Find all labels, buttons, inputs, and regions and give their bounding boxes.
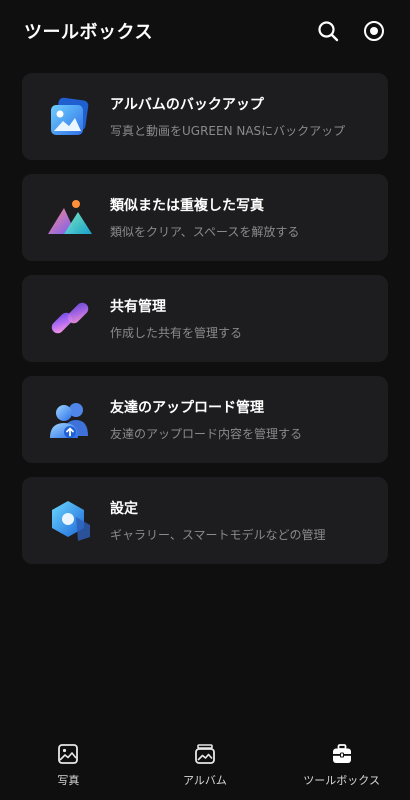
search-icon xyxy=(318,21,339,42)
page-title: ツールボックス xyxy=(24,22,153,43)
card-subtitle: 写真と動画をUGREEN NASにバックアップ xyxy=(110,124,346,138)
nav-label: アルバム xyxy=(183,774,227,787)
friends-upload-icon xyxy=(46,396,94,444)
nav-photos[interactable]: 写真 xyxy=(8,730,128,788)
card-subtitle: 類似をクリア、スペースを解放する xyxy=(110,225,300,239)
toolbox-icon xyxy=(330,742,354,766)
link-icon xyxy=(46,295,94,343)
card-friends-upload[interactable]: 友達のアップロード管理 友達のアップロード内容を管理する xyxy=(22,376,388,463)
toolbox-screen: ツールボックス アルバムのバックアップ 写真と動画をUGREEN NASにバック… xyxy=(0,0,410,800)
card-share-management[interactable]: 共有管理 作成した共有を管理する xyxy=(22,275,388,362)
tool-list: アルバムのバックアップ 写真と動画をUGREEN NASにバックアップ 類似また… xyxy=(22,73,388,578)
card-title: 設定 xyxy=(110,501,138,517)
card-text: 類似または重複した写真 類似をクリア、スペースを解放する xyxy=(110,195,299,240)
photo-icon xyxy=(56,742,80,766)
settings-hexagon-icon xyxy=(46,497,94,545)
card-text: 共有管理 作成した共有を管理する xyxy=(110,296,242,341)
duplicate-photos-icon xyxy=(46,194,94,242)
nav-toolbox[interactable]: ツールボックス xyxy=(282,730,402,788)
card-title: 友達のアップロード管理 xyxy=(110,400,264,416)
card-album-backup[interactable]: アルバムのバックアップ 写真と動画をUGREEN NASにバックアップ xyxy=(22,73,388,160)
card-text: 友達のアップロード管理 友達のアップロード内容を管理する xyxy=(110,397,302,442)
target-icon xyxy=(364,21,384,41)
card-duplicate-photos[interactable]: 類似または重複した写真 類似をクリア、スペースを解放する xyxy=(22,174,388,261)
card-subtitle: 作成した共有を管理する xyxy=(110,326,243,340)
nav-label: 写真 xyxy=(57,774,80,787)
card-subtitle: 友達のアップロード内容を管理する xyxy=(110,427,303,441)
photo-backup-icon xyxy=(46,93,94,141)
card-title: 類似または重複した写真 xyxy=(110,198,264,214)
header-actions xyxy=(316,19,386,43)
card-title: 共有管理 xyxy=(110,299,166,315)
target-button[interactable] xyxy=(362,19,386,43)
card-text: 設定 ギャラリー、スマートモデルなどの管理 xyxy=(110,498,326,543)
nav-label: ツールボックス xyxy=(303,774,380,787)
card-settings[interactable]: 設定 ギャラリー、スマートモデルなどの管理 xyxy=(22,477,388,564)
bottom-navigation: 写真 アルバム ツールボックス xyxy=(0,730,410,800)
search-button[interactable] xyxy=(316,19,340,43)
nav-albums[interactable]: アルバム xyxy=(145,730,265,788)
card-title: アルバムのバックアップ xyxy=(110,97,264,113)
card-text: アルバムのバックアップ 写真と動画をUGREEN NASにバックアップ xyxy=(110,94,345,139)
card-subtitle: ギャラリー、スマートモデルなどの管理 xyxy=(110,528,326,542)
album-icon xyxy=(193,742,217,766)
top-bar: ツールボックス xyxy=(0,0,410,62)
